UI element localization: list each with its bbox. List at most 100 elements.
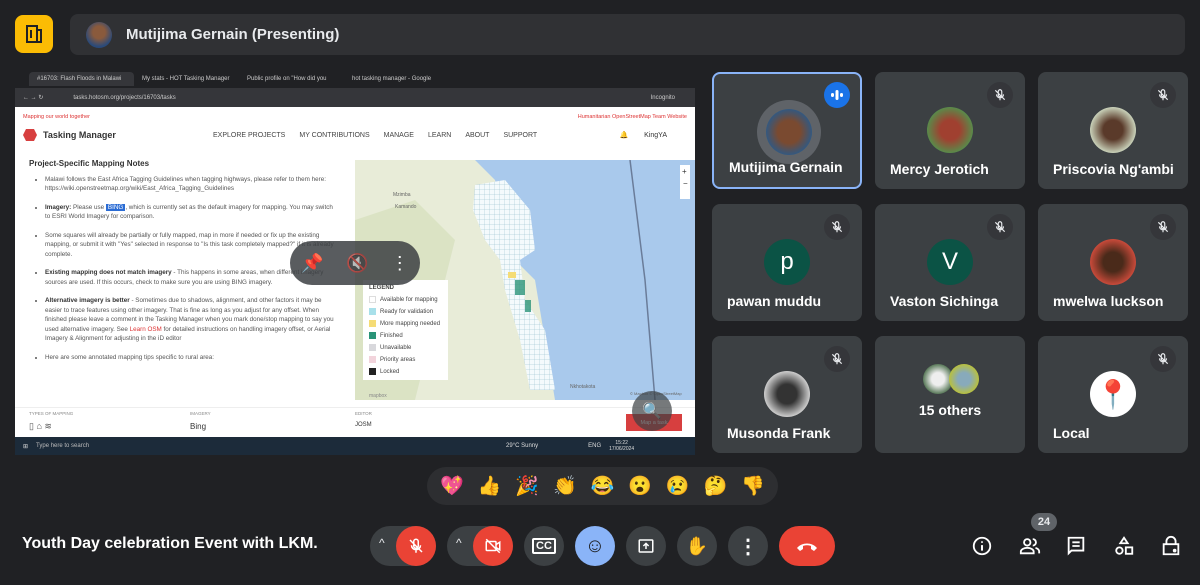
legend-item: More mapping needed bbox=[369, 318, 442, 330]
legend-swatch bbox=[369, 343, 376, 351]
note-item: Alternative imagery is better - Sometime… bbox=[45, 296, 336, 344]
presenter-avatar bbox=[86, 21, 112, 48]
legend-swatch bbox=[369, 355, 376, 363]
mic-muted-icon bbox=[1150, 346, 1176, 372]
participant-tile[interactable]: Mercy Jerotich bbox=[875, 72, 1025, 189]
participant-name: pawan muddu bbox=[727, 293, 822, 309]
incognito-label: Incognito bbox=[650, 94, 675, 101]
mic-muted-icon bbox=[824, 346, 850, 372]
imagery-label: IMAGERY bbox=[190, 411, 211, 416]
legend-swatch bbox=[369, 367, 376, 375]
meet-logo-button[interactable] bbox=[15, 15, 53, 53]
nav-learn: LEARN bbox=[427, 131, 452, 139]
chevron-up-icon[interactable]: ^ bbox=[456, 536, 462, 550]
taskbar-lang: ENG bbox=[588, 443, 602, 449]
reaction-emoji[interactable]: 😢 bbox=[666, 474, 690, 498]
nav-explore: EXPLORE PROJECTS bbox=[213, 131, 286, 139]
browser-tab: My stats - HOT Tasking Manager bbox=[142, 76, 230, 82]
presenter-bar: Mutijima Gernain (Presenting) bbox=[70, 14, 1185, 55]
bell-icon: 🔔 bbox=[619, 132, 629, 139]
nav-arrows-icon: ← → ↻ bbox=[23, 95, 44, 101]
activities-button[interactable] bbox=[1111, 533, 1137, 559]
taskbar-clock: 15:22 17/06/2024 bbox=[609, 440, 635, 452]
chat-button[interactable] bbox=[1063, 533, 1089, 559]
participant-name: Musonda Frank bbox=[727, 425, 831, 441]
participant-tile[interactable]: Mutijima Gernain bbox=[712, 72, 862, 189]
meeting-title: Youth Day celebration Event with LKM. bbox=[22, 535, 318, 552]
people-count-badge: 24 bbox=[1031, 513, 1057, 531]
camera-toggle-button[interactable] bbox=[473, 526, 513, 566]
url-text: tasks.hotosm.org/projects/16703/tasks bbox=[73, 94, 176, 101]
nav-manage: MANAGE bbox=[383, 131, 414, 139]
participant-tile[interactable]: 📍 Local bbox=[1038, 336, 1188, 453]
address-bar: ← → ↻ tasks.hotosm.org/projects/16703/ta… bbox=[15, 88, 695, 107]
participant-tile[interactable]: mwelwa luckson bbox=[1038, 204, 1188, 321]
chevron-up-icon[interactable]: ^ bbox=[379, 536, 385, 550]
participant-avatar bbox=[764, 371, 810, 417]
legend-item: Locked bbox=[369, 366, 442, 378]
reactions-button[interactable]: ☺ bbox=[575, 526, 615, 566]
participant-avatar: V bbox=[927, 239, 973, 285]
more-options-icon[interactable]: ⋮ bbox=[391, 253, 409, 274]
tm-navbar: Tasking Manager EXPLORE PROJECTS MY CONT… bbox=[15, 127, 695, 143]
tile-hover-controls: 📌 🔇 ⋮ bbox=[290, 241, 420, 285]
mapping-types-icons: ▯ ⌂ ≋ bbox=[29, 421, 52, 431]
editor-label: EDITOR bbox=[355, 411, 372, 416]
host-controls-button[interactable] bbox=[1158, 533, 1184, 559]
meeting-details-button[interactable] bbox=[969, 533, 995, 559]
note-item: Imagery: Please use BING, which is curre… bbox=[45, 203, 336, 222]
reaction-emoji[interactable]: 😂 bbox=[591, 474, 615, 498]
types-label: TYPES OF MAPPING bbox=[29, 411, 74, 416]
mic-muted-icon bbox=[1150, 82, 1176, 108]
pin-off-icon[interactable]: 📌 bbox=[301, 253, 323, 274]
participant-tile[interactable]: V Vaston Sichinga bbox=[875, 204, 1025, 321]
raise-hand-button[interactable]: ✋ bbox=[677, 526, 717, 566]
participant-tile[interactable]: p pawan muddu bbox=[712, 204, 862, 321]
mic-muted-icon bbox=[1150, 214, 1176, 240]
reaction-emoji[interactable]: 💖 bbox=[440, 474, 464, 498]
participant-tile[interactable]: Musonda Frank bbox=[712, 336, 862, 453]
mute-off-icon[interactable]: 🔇 bbox=[346, 253, 368, 274]
participant-tile[interactable]: Priscovia Ng'ambi bbox=[1038, 72, 1188, 189]
speaking-indicator-icon bbox=[824, 82, 850, 108]
mapping-notes: Project-Specific Mapping Notes Malawi fo… bbox=[15, 157, 350, 407]
emoji-icon: ☺ bbox=[584, 534, 606, 557]
browser-tabs: #16703: Flash Floods in Malawi My stats … bbox=[15, 70, 695, 88]
people-button[interactable] bbox=[1017, 533, 1043, 559]
legend-swatch bbox=[369, 331, 376, 339]
more-options-button[interactable]: ⋮ bbox=[728, 526, 768, 566]
activities-icon bbox=[1115, 536, 1134, 555]
mic-off-icon bbox=[409, 538, 423, 553]
captions-button[interactable]: CC bbox=[524, 526, 564, 566]
reaction-emoji[interactable]: 👏 bbox=[553, 474, 577, 498]
leave-call-button[interactable] bbox=[779, 526, 835, 566]
user-name: KingYA bbox=[644, 131, 667, 139]
map-legend: LEGEND Available for mapping Ready for va… bbox=[363, 280, 448, 380]
present-screen-button[interactable] bbox=[626, 526, 666, 566]
reaction-emoji[interactable]: 😮 bbox=[628, 474, 652, 498]
hang-up-icon bbox=[797, 543, 817, 551]
tm-logo-icon bbox=[23, 129, 37, 141]
map-label: Kamando bbox=[395, 204, 417, 210]
participant-avatar bbox=[1090, 107, 1136, 153]
editor-select[interactable]: JOSM bbox=[355, 422, 372, 428]
tagline: Mapping our world together bbox=[23, 114, 90, 120]
reaction-emoji[interactable]: 🎉 bbox=[515, 474, 539, 498]
imagery-value[interactable]: Bing bbox=[190, 422, 206, 431]
microphone-toggle-button[interactable] bbox=[396, 526, 436, 566]
presentation-icon bbox=[26, 25, 42, 43]
lock-person-icon bbox=[1162, 535, 1180, 556]
participant-avatar: p bbox=[764, 239, 810, 285]
reaction-emoji[interactable]: 👍 bbox=[478, 474, 502, 498]
zoom-magnifier-icon[interactable]: 🔍 bbox=[632, 391, 672, 431]
zoom-out-icon: − bbox=[683, 179, 688, 188]
nav-about: ABOUT bbox=[465, 131, 490, 139]
legend-item: Ready for validation bbox=[369, 306, 442, 318]
participant-avatar bbox=[927, 107, 973, 153]
reaction-emoji[interactable]: 🤔 bbox=[704, 474, 728, 498]
participant-tile[interactable]: 15 others bbox=[875, 336, 1025, 453]
reaction-emoji[interactable]: 👎 bbox=[741, 474, 765, 498]
note-item: Malawi follows the East Africa Tagging G… bbox=[45, 175, 336, 194]
browser-tab: #16703: Flash Floods in Malawi bbox=[29, 72, 134, 86]
participant-avatar: 📍 bbox=[1090, 371, 1136, 417]
